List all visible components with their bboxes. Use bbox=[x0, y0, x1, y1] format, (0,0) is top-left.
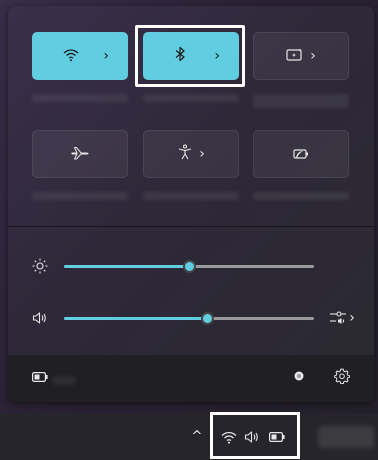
clock[interactable] bbox=[318, 426, 374, 448]
quick-settings-panel: › › › › › bbox=[8, 6, 374, 402]
battery-percentage-label bbox=[52, 376, 76, 385]
battery-saver-icon bbox=[292, 145, 310, 164]
battery-icon[interactable] bbox=[32, 371, 48, 383]
chevron-right-icon[interactable]: › bbox=[310, 48, 316, 64]
show-hidden-icons-chevron[interactable]: ^ bbox=[190, 428, 204, 444]
volume-icon[interactable] bbox=[243, 430, 261, 444]
bluetooth-icon bbox=[174, 46, 186, 66]
audio-output-icon bbox=[330, 311, 347, 324]
audio-output-button[interactable]: › bbox=[324, 308, 360, 328]
volume-slider-thumb[interactable] bbox=[200, 312, 214, 325]
volume-icon[interactable] bbox=[30, 308, 50, 328]
chevron-right-icon[interactable]: › bbox=[214, 48, 220, 64]
airplane-mode-tile[interactable] bbox=[32, 130, 128, 178]
accessibility-tile-label bbox=[143, 192, 239, 200]
energy-saver-tile[interactable] bbox=[253, 130, 349, 178]
brightness-row bbox=[8, 254, 374, 278]
wifi-icon bbox=[63, 47, 79, 66]
accessibility-icon bbox=[177, 144, 193, 164]
chevron-right-icon[interactable]: › bbox=[103, 48, 109, 64]
screen-sparkle-icon bbox=[286, 47, 304, 66]
gear-icon[interactable] bbox=[334, 368, 350, 384]
battery-icon[interactable] bbox=[268, 431, 286, 443]
brightness-slider-thumb[interactable] bbox=[183, 260, 196, 273]
accessibility-tile[interactable]: › bbox=[143, 130, 239, 178]
edit-icon[interactable] bbox=[292, 369, 306, 383]
volume-row: › bbox=[8, 306, 374, 330]
divider bbox=[8, 226, 374, 227]
wifi-tile[interactable]: › bbox=[32, 32, 128, 80]
desktop: › › › › › ^ bbox=[0, 0, 378, 460]
airplane-icon bbox=[71, 145, 89, 164]
brightness-icon bbox=[30, 256, 50, 276]
nearby-share-tile-label bbox=[253, 94, 349, 108]
brightness-slider[interactable] bbox=[64, 260, 314, 273]
bluetooth-tile[interactable]: › bbox=[143, 32, 239, 80]
volume-slider-fill bbox=[64, 317, 207, 320]
volume-slider[interactable] bbox=[64, 312, 314, 325]
wifi-icon[interactable] bbox=[220, 430, 238, 444]
airplane-mode-tile-label bbox=[32, 192, 128, 200]
wifi-tile-label bbox=[32, 94, 128, 102]
nearby-share-tile[interactable]: › bbox=[253, 32, 349, 80]
bluetooth-tile-label bbox=[143, 94, 239, 102]
chevron-right-icon: › bbox=[349, 310, 355, 326]
chevron-right-icon[interactable]: › bbox=[199, 146, 205, 162]
energy-saver-tile-label bbox=[253, 192, 349, 200]
brightness-slider-fill bbox=[64, 265, 189, 268]
